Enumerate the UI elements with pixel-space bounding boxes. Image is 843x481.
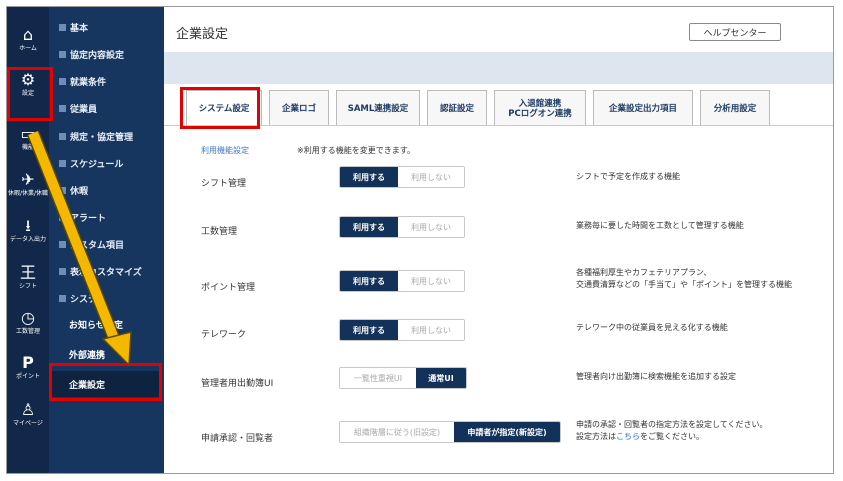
yellow-arrow-annotation: [26, 130, 132, 367]
app-window: ⌂ ホーム ⚙ 設定 ▭ 機能 ✈ 休暇/休業/休職 ⭳ データ入出力 王 シフ…: [6, 6, 834, 474]
